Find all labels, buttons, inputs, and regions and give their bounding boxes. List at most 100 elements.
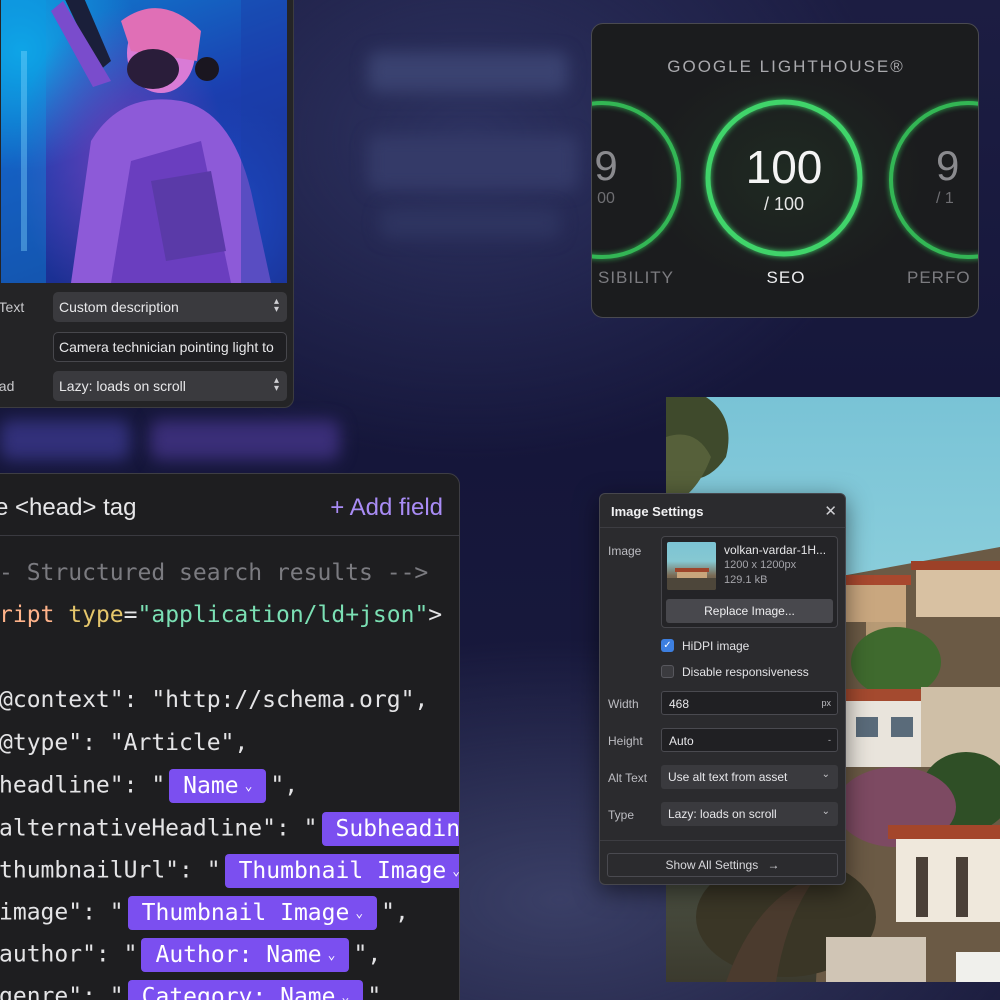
code-script-close: > xyxy=(428,602,443,628)
code-comment-line: - Structured search results --> xyxy=(0,560,428,586)
code-alt-headline-line: alternativeHeadline": " Subheadin xyxy=(0,812,459,846)
width-value: 468 xyxy=(669,697,690,711)
name-pill-label: Name xyxy=(183,773,239,799)
image-field-pill[interactable]: Thumbnail Image ⌄ xyxy=(127,896,378,930)
code-genre-end: " xyxy=(367,983,382,1000)
name-field-pill[interactable]: Name ⌄ xyxy=(169,769,267,803)
alt-text-select[interactable]: Use alt text from asset ⌄ xyxy=(661,765,838,789)
custom-code-card: e <head> tag + Add field - Structured se… xyxy=(0,473,460,1000)
image-pill-label: Thumbnail Image xyxy=(141,900,350,926)
hidpi-label: HiDPI image xyxy=(682,639,750,653)
category-field-pill[interactable]: Category: Name ⌄ xyxy=(127,980,364,1000)
load-select-value: Lazy: loads on scroll xyxy=(59,378,186,394)
chevron-down-icon: ⌄ xyxy=(341,990,350,1000)
author-pill-label: Author: Name xyxy=(155,942,322,968)
height-input[interactable]: Auto - xyxy=(661,728,838,752)
code-script-value: "application/ld+json" xyxy=(137,602,429,628)
category-pill-label: Category: Name xyxy=(141,984,336,1000)
performance-score-value: 9 xyxy=(936,142,960,189)
code-alt-headline-key: alternativeHeadline": " xyxy=(0,815,318,842)
image-label: Image xyxy=(608,544,642,558)
code-equals: = xyxy=(123,602,138,628)
asset-file-name: volkan-vardar-1H... xyxy=(724,543,827,557)
close-icon[interactable]: ✕ xyxy=(824,502,837,520)
chevron-down-icon: ⌄ xyxy=(327,948,336,963)
code-genre-line: genre": " Category: Name ⌄ " xyxy=(0,980,381,1000)
background-blur-shape xyxy=(380,208,560,238)
chevron-down-icon: ⌄ xyxy=(821,769,830,780)
height-value: Auto xyxy=(669,734,694,748)
chevron-down-icon: ⌄ xyxy=(355,906,364,921)
seo-score-value: 100 xyxy=(745,141,823,193)
replace-image-button[interactable]: Replace Image... xyxy=(666,599,833,623)
code-card-header: e <head> tag + Add field xyxy=(0,474,459,536)
height-label: Height xyxy=(608,734,643,748)
type-select[interactable]: Lazy: loads on scroll ⌄ xyxy=(661,802,838,826)
seo-score-total: / 100 xyxy=(763,194,805,214)
code-thumbnail-key: thumbnailUrl": " xyxy=(0,857,221,884)
load-label: oad xyxy=(0,378,15,394)
thumbnail-field-pill[interactable]: Thumbnail Image ⌄ xyxy=(224,854,460,888)
author-field-pill[interactable]: Author: Name ⌄ xyxy=(141,938,350,972)
dialog-divider xyxy=(600,840,845,841)
width-unit: px xyxy=(821,698,831,708)
code-script-tag: ript xyxy=(0,602,55,628)
load-row: oad Lazy: loads on scroll ▴▾ xyxy=(0,371,293,401)
image-settings-dialog: Image Settings ✕ Image volkan-vardar-1H.… xyxy=(599,493,846,885)
code-context-line: @context": "http://schema.org", xyxy=(0,687,429,713)
type-value: Lazy: loads on scroll xyxy=(668,807,777,821)
chevron-down-icon: ⌄ xyxy=(244,779,253,794)
code-card-title: e <head> tag xyxy=(0,494,137,521)
code-comment: - Structured search results --> xyxy=(0,560,429,586)
width-input[interactable]: 468 px xyxy=(661,691,838,715)
code-genre-key: genre": " xyxy=(0,983,124,1000)
code-image-end: ", xyxy=(381,899,409,926)
code-author-line: author": " Author: Name ⌄ ", xyxy=(0,938,381,972)
lighthouse-card: GOOGLE LIGHTHOUSE® 9 00 100 / 100 9 / 1 … xyxy=(591,23,979,318)
code-type-line: @type": "Article", xyxy=(0,730,249,756)
code-thumbnail-line: thumbnailUrl": " Thumbnail Image ⌄ xyxy=(0,854,460,888)
hidpi-checkbox[interactable]: ✓ xyxy=(661,639,674,652)
load-select[interactable]: Lazy: loads on scroll ▴ ▾ xyxy=(53,371,287,401)
performance-score-total: / 1 xyxy=(936,190,954,207)
width-label: Width xyxy=(608,697,639,711)
disable-responsiveness-label: Disable responsiveness xyxy=(682,665,809,679)
alt-text-input[interactable]: Camera technician pointing light to xyxy=(53,332,287,362)
code-image-key: image": " xyxy=(0,899,124,926)
background-blur-shape xyxy=(368,52,568,92)
asset-dimensions: 1200 x 1200px xyxy=(724,559,797,571)
alt-text-input-row: Camera technician pointing light to xyxy=(0,332,293,362)
alt-text-row: t Text Custom description ▴▾ xyxy=(0,292,293,322)
accessibility-score-total: 00 xyxy=(597,190,615,207)
code-headline-key: headline": " xyxy=(0,772,166,799)
alt-text-label: Alt Text xyxy=(608,771,648,785)
show-all-settings-button[interactable]: Show All Settings → xyxy=(607,853,838,877)
thumbnail-pill-label: Thumbnail Image xyxy=(238,858,447,884)
add-field-button[interactable]: + Add field xyxy=(330,494,443,522)
dialog-title: Image Settings xyxy=(611,504,704,519)
chevron-down-icon: ⌄ xyxy=(452,864,460,879)
dialog-header: Image Settings ✕ xyxy=(600,494,845,528)
image-settings-panel: t Text Custom description ▴▾ Camera tech… xyxy=(0,0,294,408)
alt-text-label: t Text xyxy=(0,299,25,315)
height-unit: - xyxy=(828,735,831,745)
asset-preview: volkan-vardar-1H... 1200 x 1200px 129.1 … xyxy=(661,536,838,628)
code-script-line: ript type="application/ld+json"> xyxy=(0,602,442,628)
type-label: Type xyxy=(608,808,635,822)
updown-chevron-icon: ▴ ▾ xyxy=(273,296,279,315)
alt-text-select-value: Custom description xyxy=(59,299,179,315)
asset-file-size: 129.1 kB xyxy=(724,574,768,586)
code-headline-line: headline": " Name ⌄ ", xyxy=(0,769,298,803)
performance-label: PERFO xyxy=(907,268,971,287)
alt-text-input-value: Camera technician pointing light to xyxy=(59,339,274,355)
background-blur-shape xyxy=(368,135,578,190)
code-author-key: author": " xyxy=(0,941,138,968)
subheading-field-pill[interactable]: Subheadin xyxy=(321,812,459,846)
alt-text-select[interactable]: Custom description ▴ ▾ xyxy=(53,292,287,322)
disable-responsiveness-checkbox[interactable] xyxy=(661,665,674,678)
show-all-label: Show All Settings xyxy=(665,858,759,872)
alt-text-value: Use alt text from asset xyxy=(668,770,788,784)
seo-score: 100 / 100 xyxy=(709,140,859,215)
background-blur-shape xyxy=(0,420,130,460)
asset-thumbnail[interactable] xyxy=(667,542,716,590)
